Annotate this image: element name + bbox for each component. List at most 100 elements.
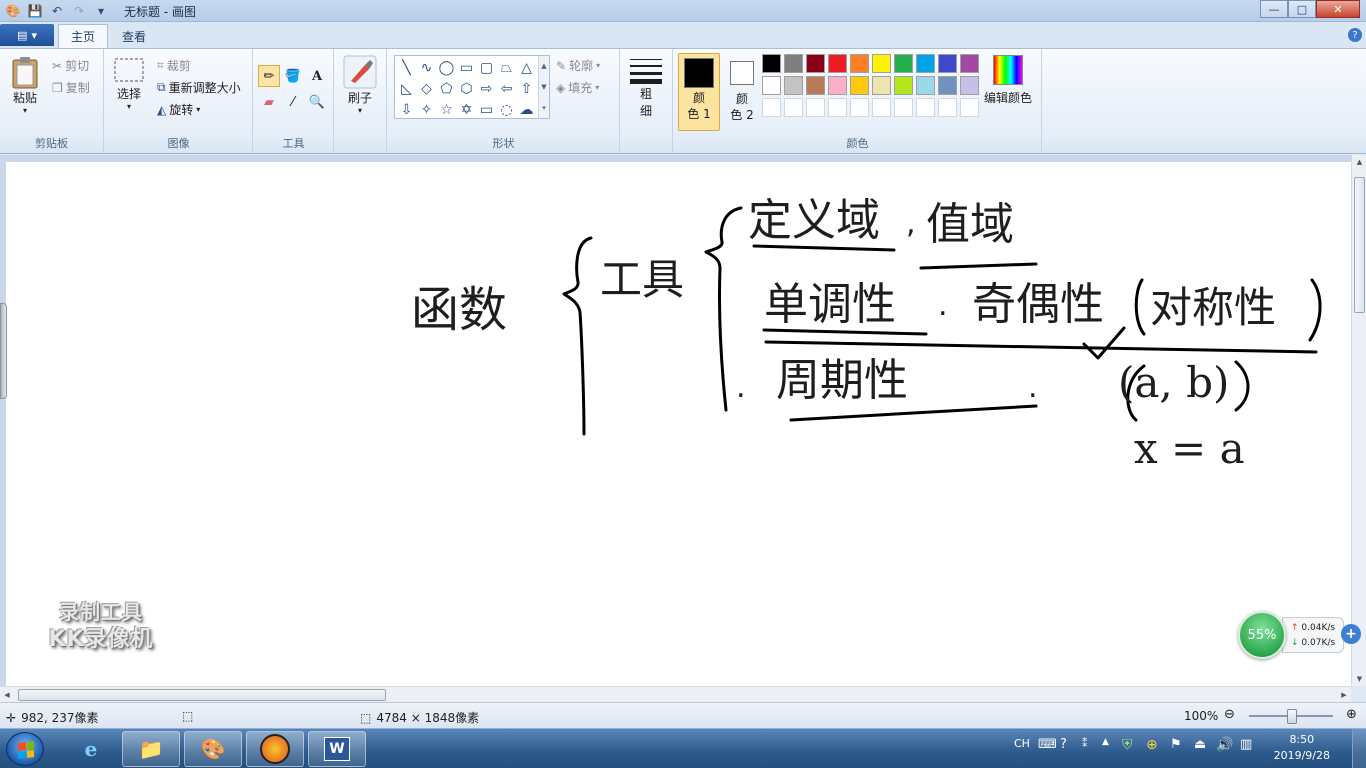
pencil-icon[interactable]: ✏	[258, 65, 280, 87]
brushes-button[interactable]: 刷子 ▾	[343, 55, 377, 115]
zoom-slider-thumb[interactable]	[1287, 709, 1297, 724]
palette-swatch[interactable]	[784, 76, 803, 95]
vertical-scrollbar[interactable]: ▲ ▼	[1351, 155, 1366, 686]
maximize-button[interactable]: □	[1288, 0, 1316, 18]
horizontal-scroll-thumb[interactable]	[18, 689, 386, 701]
magnifier-icon[interactable]: 🔍	[306, 91, 328, 113]
edit-colors-button[interactable]: 编辑颜色	[984, 55, 1032, 106]
palette-swatch[interactable]	[938, 76, 957, 95]
palette-swatch[interactable]	[784, 98, 803, 117]
drawing-canvas[interactable]: 函数 工具 定义域 , 值域 单调性 . 奇偶性 对称性 . 周期性 . (a,…	[6, 162, 1351, 686]
palette-swatch[interactable]	[850, 98, 869, 117]
memory-usage-ball[interactable]: 55%	[1238, 611, 1286, 659]
usb-device-icon[interactable]: ⏏	[1194, 737, 1206, 752]
five-point-star-shape-icon[interactable]: ☆	[437, 100, 456, 119]
palette-swatch[interactable]	[938, 98, 957, 117]
line-shape-icon[interactable]: ╲	[397, 58, 416, 77]
palette-swatch[interactable]	[916, 76, 935, 95]
palette-swatch[interactable]	[872, 54, 891, 73]
expand-icon[interactable]: ▾	[542, 104, 546, 112]
palette-swatch[interactable]	[916, 98, 935, 117]
left-arrow-shape-icon[interactable]: ⇦	[497, 79, 516, 98]
ime-indicator[interactable]: CH	[1014, 737, 1030, 750]
rotate-button[interactable]: ◭ 旋转 ▾	[157, 101, 200, 118]
triangle-shape-icon[interactable]: △	[517, 58, 536, 77]
cut-button[interactable]: ✂ 剪切	[52, 57, 89, 74]
eraser-icon[interactable]: ▰	[258, 91, 280, 113]
palette-swatch[interactable]	[828, 76, 847, 95]
kk-recorder-icon[interactable]	[246, 731, 304, 767]
clock[interactable]: 8:50 2019/9/28	[1274, 732, 1330, 764]
scroll-left-icon[interactable]: ◀	[0, 687, 14, 703]
pentagon-shape-icon[interactable]: ⬠	[437, 79, 456, 98]
scroll-down-icon[interactable]: ▼	[541, 83, 546, 91]
action-center-icon[interactable]: ⚑	[1170, 737, 1182, 752]
palette-swatch[interactable]	[916, 54, 935, 73]
select-button[interactable]: 选择 ▾	[113, 57, 145, 111]
cloud-callout-shape-icon[interactable]: ☁	[517, 100, 536, 119]
plus-icon[interactable]: +	[1341, 624, 1361, 644]
copy-button[interactable]: ❐ 复制	[52, 79, 90, 96]
tab-view[interactable]: 查看	[110, 24, 158, 48]
scroll-down-icon[interactable]: ▼	[1352, 672, 1366, 686]
palette-swatch[interactable]	[938, 54, 957, 73]
up-arrow-shape-icon[interactable]: ⇧	[517, 79, 536, 98]
polygon-shape-icon[interactable]: ⏢	[497, 58, 516, 77]
volume-icon[interactable]: 🔊	[1216, 737, 1233, 753]
scroll-right-icon[interactable]: ▶	[1337, 687, 1351, 703]
palette-swatch[interactable]	[850, 54, 869, 73]
undo-icon[interactable]: ↶	[48, 2, 66, 20]
palette-swatch[interactable]	[806, 98, 825, 117]
palette-swatch[interactable]	[828, 54, 847, 73]
palette-swatch[interactable]	[762, 76, 781, 95]
paint-icon[interactable]: 🎨	[184, 731, 242, 767]
fill-button[interactable]: ◈ 填充 ▾	[556, 79, 599, 96]
show-desktop-button[interactable]	[1352, 729, 1366, 768]
security-shield-icon[interactable]: ⛨	[1122, 737, 1133, 753]
paste-button[interactable]: 粘贴 ▾	[10, 55, 40, 115]
redo-icon[interactable]: ↷	[70, 2, 88, 20]
network-icon[interactable]: ▥	[1240, 737, 1252, 752]
horizontal-scrollbar[interactable]: ◀ ▶	[0, 686, 1351, 702]
four-point-star-shape-icon[interactable]: ✧	[417, 100, 436, 119]
palette-swatch[interactable]	[828, 98, 847, 117]
resize-button[interactable]: ⧉ 重新调整大小	[157, 79, 241, 96]
save-icon[interactable]: 💾	[26, 2, 44, 20]
file-explorer-icon[interactable]: 📁	[122, 731, 180, 767]
plus-circle-icon[interactable]: ⊕	[1146, 737, 1158, 753]
word-icon[interactable]: W	[308, 731, 366, 767]
right-triangle-shape-icon[interactable]: ◺	[397, 79, 416, 98]
network-speed-widget[interactable]: ↑ 0.04K/s ↓ 0.07K/s 55% +	[1238, 611, 1362, 659]
scroll-up-icon[interactable]: ▲	[1352, 155, 1366, 169]
help-icon[interactable]: ?	[1348, 28, 1362, 42]
curve-shape-icon[interactable]: ∿	[417, 58, 436, 77]
crop-button[interactable]: ⌗ 裁剪	[157, 57, 191, 74]
fill-bucket-icon[interactable]: 🪣	[282, 65, 304, 87]
rectangle-shape-icon[interactable]: ▭	[457, 58, 476, 77]
text-tool-icon[interactable]: A	[306, 65, 328, 87]
close-button[interactable]: ✕	[1316, 0, 1360, 18]
shapes-scroll[interactable]: ▲ ▼ ▾	[538, 56, 549, 118]
palette-swatch[interactable]	[960, 54, 979, 73]
palette-swatch[interactable]	[762, 98, 781, 117]
keyboard-icon[interactable]: ⌨	[1038, 737, 1057, 752]
size-button[interactable]: 粗 细	[629, 57, 663, 119]
start-button[interactable]	[6, 732, 44, 766]
palette-swatch[interactable]	[894, 54, 913, 73]
color1-button[interactable]: 颜 色 1	[678, 53, 720, 131]
help-circle-icon[interactable]: ?	[1060, 737, 1067, 752]
zoom-out-icon[interactable]: ⊖	[1224, 707, 1235, 722]
palette-swatch[interactable]	[806, 76, 825, 95]
palette-swatch[interactable]	[960, 98, 979, 117]
right-arrow-shape-icon[interactable]: ⇨	[477, 79, 496, 98]
paint-app-icon[interactable]: 🎨	[4, 2, 22, 20]
show-hidden-icons-icon[interactable]: ▲	[1102, 737, 1109, 747]
file-menu-button[interactable]: ▤ ▾	[0, 24, 54, 46]
palette-swatch[interactable]	[872, 76, 891, 95]
rect-callout-shape-icon[interactable]: ▭	[477, 100, 496, 119]
down-arrow-shape-icon[interactable]: ⇩	[397, 100, 416, 119]
palette-swatch[interactable]	[850, 76, 869, 95]
oval-callout-shape-icon[interactable]: ◌	[497, 100, 516, 119]
palette-swatch[interactable]	[872, 98, 891, 117]
oval-shape-icon[interactable]: ◯	[437, 58, 456, 77]
